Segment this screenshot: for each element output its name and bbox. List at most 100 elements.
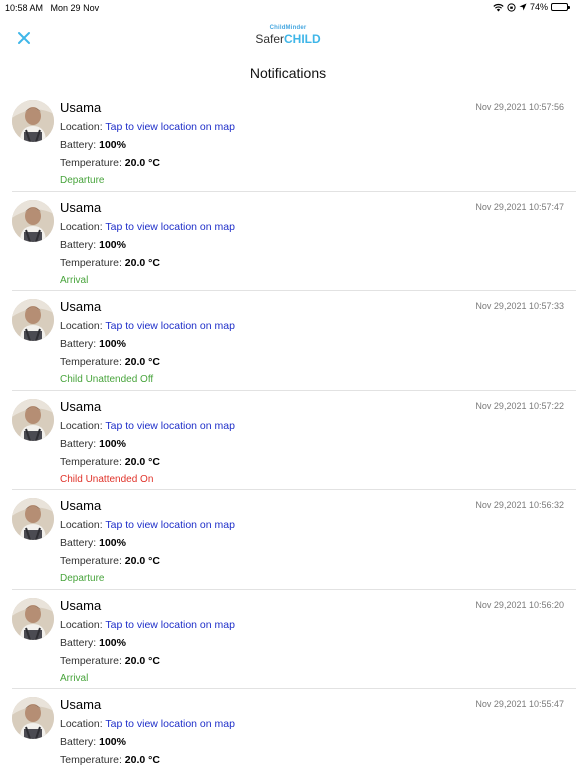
view-location-link[interactable]: Tap to view location on map: [105, 420, 235, 432]
battery-label: Battery:: [60, 338, 97, 350]
temperature-label: Temperature:: [60, 455, 122, 468]
avatar: [12, 100, 54, 142]
child-name: Usama: [60, 498, 102, 513]
notification-item[interactable]: Usama Nov 29,2021 10:56:20 Location: Tap…: [12, 590, 576, 689]
location-arrow-icon: [519, 3, 527, 11]
temperature-label: Temperature:: [60, 654, 122, 667]
event-status: Child Unattended Off: [60, 374, 154, 385]
notification-item[interactable]: Usama Nov 29,2021 10:57:47 Location: Tap…: [12, 192, 576, 291]
battery-percent: 74%: [529, 2, 548, 12]
battery-label: Battery:: [60, 636, 97, 649]
location-label: Location:: [60, 320, 103, 332]
temperature-label: Temperature:: [60, 555, 122, 567]
notification-item[interactable]: Usama Nov 29,2021 10:57:33 Location: Tap…: [12, 291, 576, 391]
avatar: [12, 398, 54, 441]
battery-value: 100%: [99, 437, 126, 450]
notification-item[interactable]: Usama Nov 29,2021 10:56:32 Location: Tap…: [12, 490, 576, 590]
notification-item[interactable]: Usama Nov 29,2021 10:57:22 Location: Tap…: [12, 391, 576, 490]
avatar: [12, 597, 54, 640]
location-row: Location: Tap to view location on map: [60, 718, 235, 730]
avatar: [12, 199, 54, 242]
view-location-link[interactable]: Tap to view location on map: [105, 718, 235, 730]
temperature-label: Temperature:: [60, 256, 122, 269]
wifi-icon: [493, 3, 504, 11]
close-icon: [18, 32, 30, 44]
battery-value: 100%: [99, 736, 126, 748]
child-name: Usama: [60, 100, 102, 115]
temperature-value: 20.0 °C: [124, 555, 160, 567]
location-row: Location: Tap to view location on map: [60, 519, 235, 531]
battery-label: Battery:: [60, 139, 97, 151]
location-label: Location:: [60, 618, 103, 631]
battery-row: Battery: 100%: [60, 239, 126, 251]
view-location-link[interactable]: Tap to view location on map: [105, 121, 235, 133]
avatar: [12, 498, 54, 540]
child-name: Usama: [60, 199, 102, 215]
notification-timestamp: Nov 29,2021 10:57:47: [475, 201, 564, 212]
battery-value: 100%: [99, 238, 126, 251]
avatar: [12, 697, 54, 739]
notification-timestamp: Nov 29,2021 10:55:47: [475, 699, 564, 709]
notification-timestamp: Nov 29,2021 10:57:33: [475, 301, 564, 311]
battery-label: Battery:: [60, 736, 97, 748]
child-name: Usama: [60, 398, 102, 414]
temperature-label: Temperature:: [60, 157, 122, 169]
location-label: Location:: [60, 419, 103, 432]
location-label: Location:: [60, 718, 103, 730]
status-time: 10:58 AM Mon 29 Nov: [5, 3, 99, 13]
location-label: Location:: [60, 220, 103, 233]
location-row: Location: Tap to view location on map: [60, 320, 235, 332]
child-name: Usama: [60, 697, 102, 712]
temperature-row: Temperature: 20.0 °C: [60, 555, 160, 567]
temperature-value: 20.0 °C: [124, 356, 160, 368]
temperature-row: Temperature: 20.0 °C: [60, 356, 160, 368]
location-row: Location: Tap to view location on map: [60, 619, 235, 631]
child-name: Usama: [60, 597, 102, 613]
notification-timestamp: Nov 29,2021 10:56:32: [475, 500, 564, 510]
notification-timestamp: Nov 29,2021 10:57:56: [475, 102, 564, 112]
battery-row: Battery: 100%: [60, 537, 126, 549]
battery-icon: [551, 3, 570, 11]
view-location-link[interactable]: Tap to view location on map: [105, 221, 235, 233]
event-status: Child Unattended On: [60, 473, 154, 485]
notification-item[interactable]: Usama Nov 29,2021 10:55:47 Location: Tap…: [12, 689, 576, 768]
avatar: [12, 299, 54, 341]
logo-accent: CHILD: [284, 32, 321, 46]
status-bar: 10:58 AM Mon 29 Nov 74%: [0, 0, 576, 16]
status-indicators: 74%: [493, 2, 570, 12]
temperature-row: Temperature: 20.0 °C: [60, 754, 160, 766]
temperature-row: Temperature: 20.0 °C: [60, 257, 160, 269]
battery-row: Battery: 100%: [60, 637, 126, 649]
location-row: Location: Tap to view location on map: [60, 221, 235, 233]
temperature-value: 20.0 °C: [124, 754, 160, 766]
temperature-row: Temperature: 20.0 °C: [60, 456, 160, 468]
notification-list[interactable]: Usama Nov 29,2021 10:57:56 Location: Tap…: [0, 92, 576, 768]
logo-prefix: Safer: [255, 32, 284, 46]
battery-value: 100%: [99, 338, 126, 350]
location-row: Location: Tap to view location on map: [60, 121, 235, 133]
view-location-link[interactable]: Tap to view location on map: [105, 519, 235, 531]
event-status: Arrival: [60, 672, 89, 684]
logo-wordmark: SaferCHILD: [250, 32, 326, 46]
view-location-link[interactable]: Tap to view location on map: [105, 619, 235, 631]
temperature-label: Temperature:: [60, 754, 122, 766]
battery-label: Battery:: [60, 537, 97, 549]
temperature-row: Temperature: 20.0 °C: [60, 655, 160, 667]
event-status: Departure: [60, 573, 105, 584]
temperature-value: 20.0 °C: [124, 455, 160, 468]
location-label: Location:: [60, 121, 103, 133]
battery-label: Battery:: [60, 238, 97, 251]
logo-tagline: ChildMinder: [269, 25, 307, 31]
view-location-link[interactable]: Tap to view location on map: [105, 320, 235, 332]
notification-item[interactable]: Usama Nov 29,2021 10:57:56 Location: Tap…: [12, 92, 576, 192]
location-row: Location: Tap to view location on map: [60, 420, 235, 432]
close-button[interactable]: [14, 28, 34, 48]
orientation-lock-icon: [507, 2, 516, 12]
temperature-label: Temperature:: [60, 356, 122, 368]
location-label: Location:: [60, 519, 103, 531]
battery-value: 100%: [99, 139, 126, 151]
battery-value: 100%: [99, 537, 126, 549]
notification-timestamp: Nov 29,2021 10:57:22: [475, 400, 564, 411]
battery-label: Battery:: [60, 437, 97, 450]
notification-timestamp: Nov 29,2021 10:56:20: [475, 599, 564, 610]
